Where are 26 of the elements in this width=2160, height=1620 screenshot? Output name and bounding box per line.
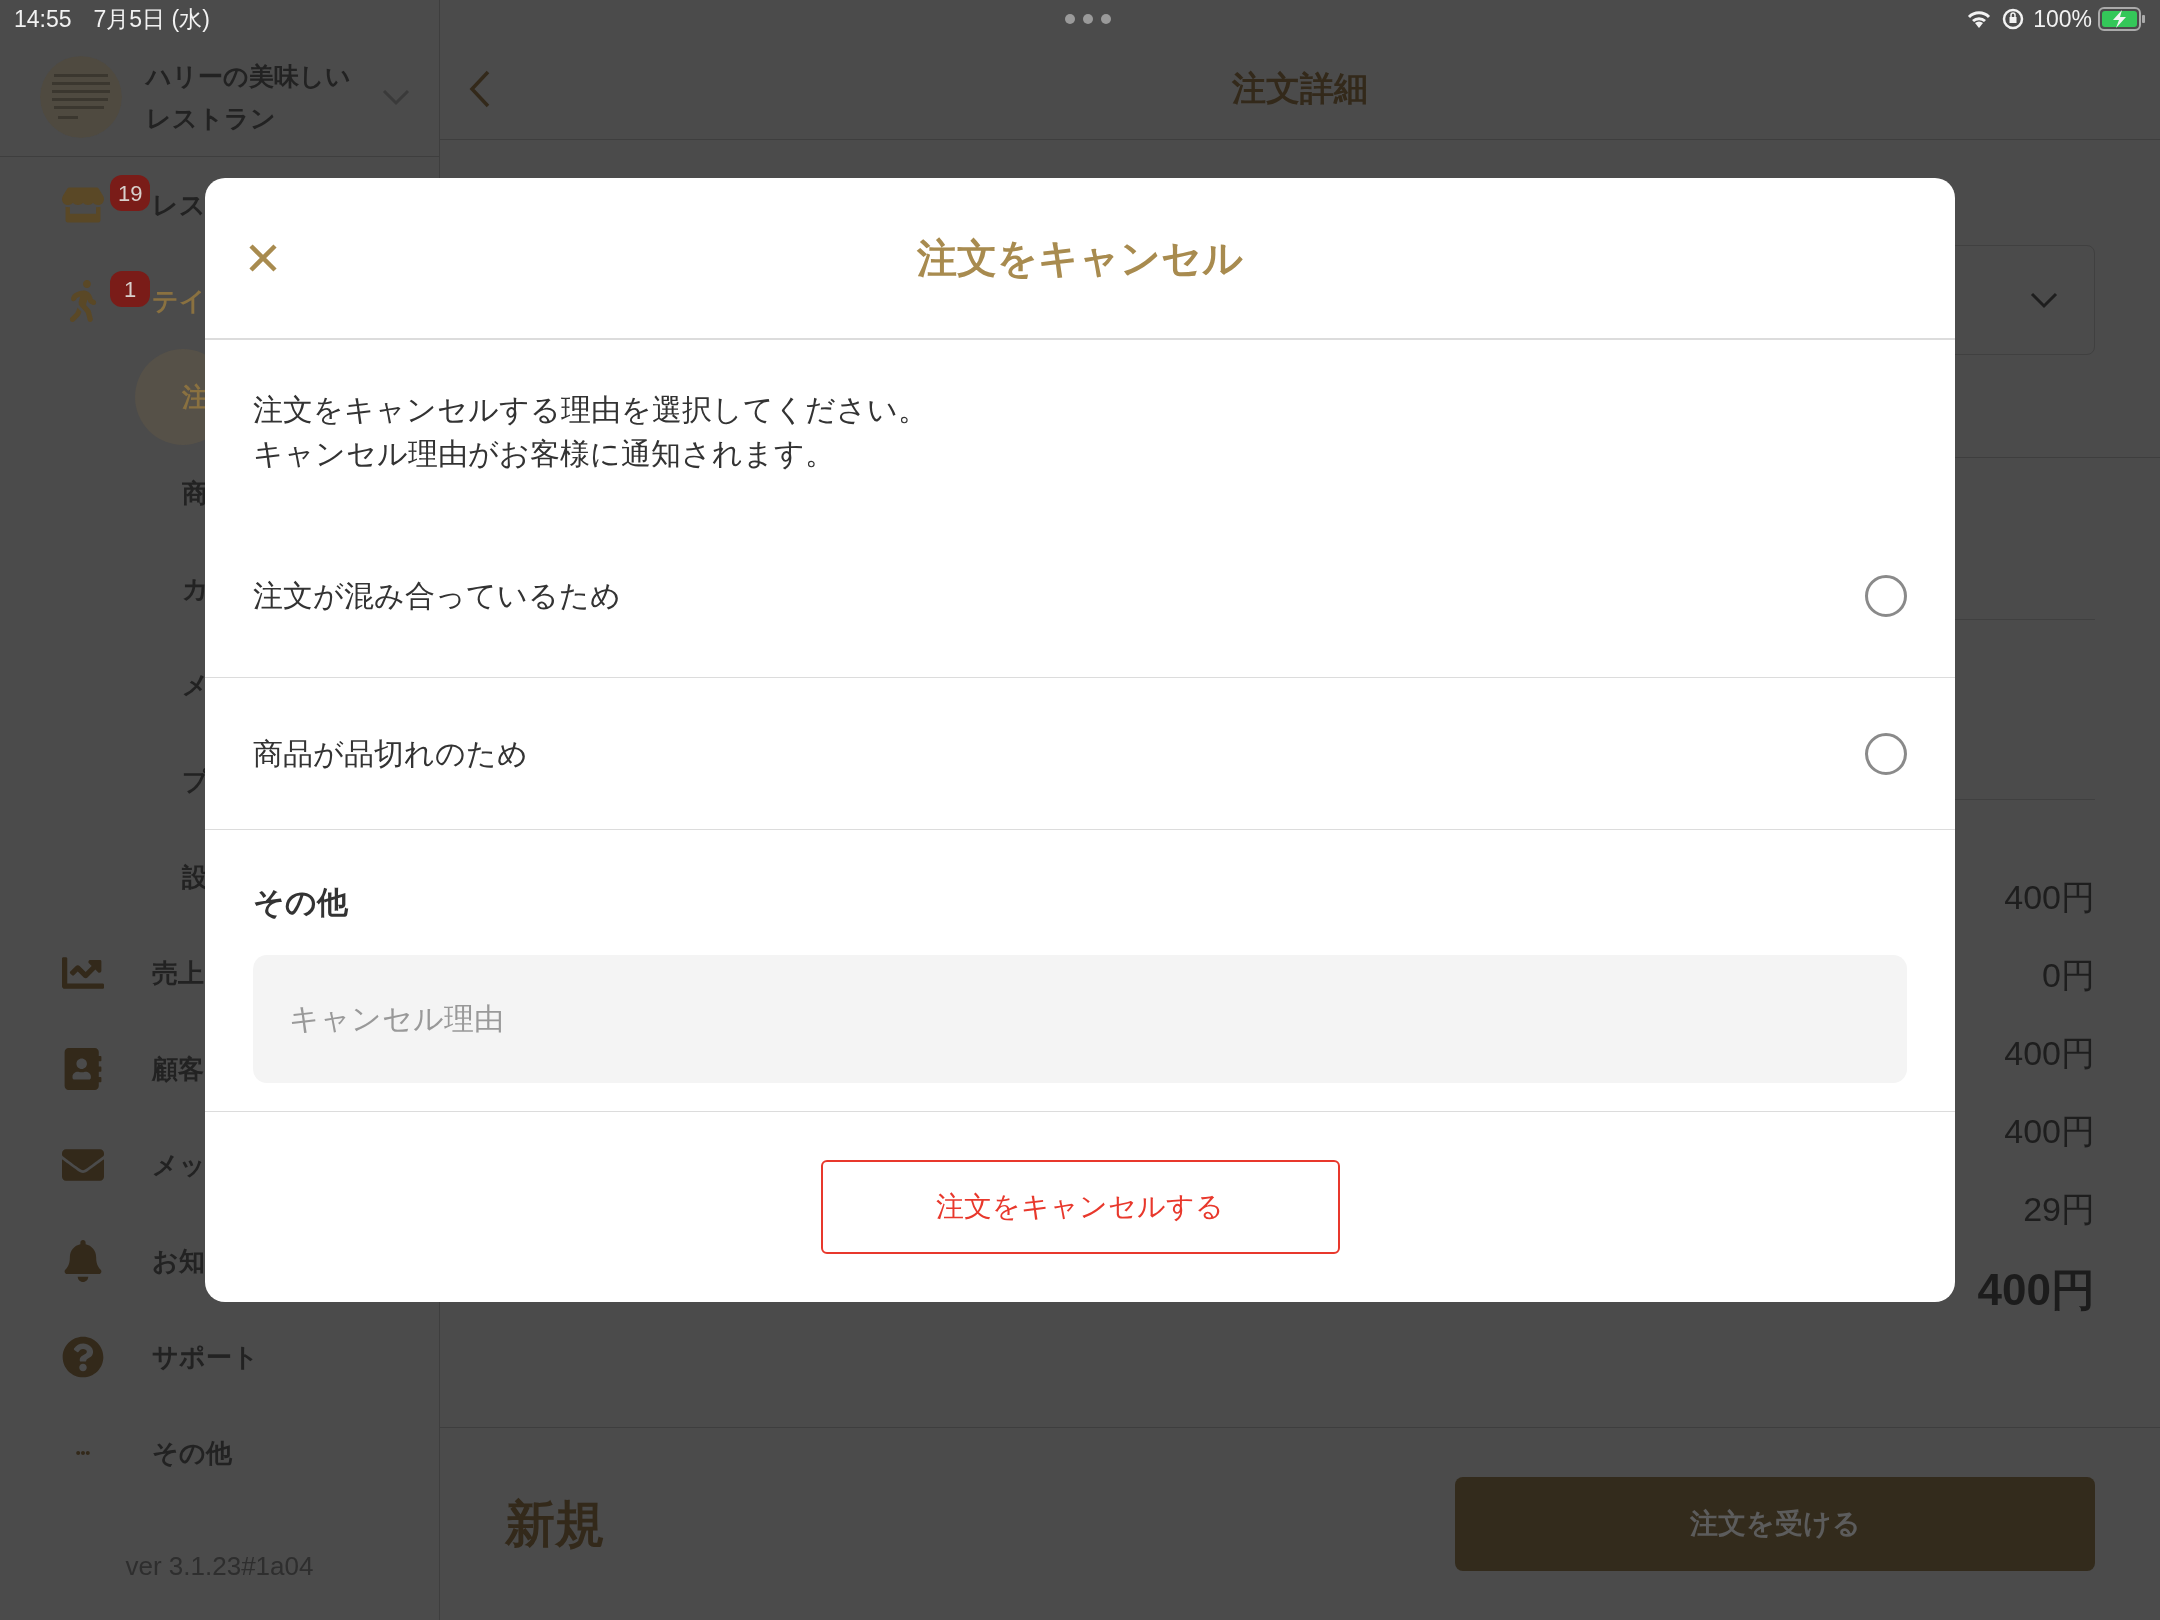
radio-button[interactable] [1865, 574, 1907, 617]
radio-button[interactable] [1865, 732, 1907, 775]
battery-charging-icon [2098, 7, 2146, 31]
cancel-reason-field[interactable]: キャンセル理由 [253, 954, 1907, 1083]
status-time: 14:55 [14, 4, 72, 34]
section-heading: その他 [253, 884, 349, 922]
battery-percentage: 100% [2033, 4, 2092, 34]
dialog-description: 注文をキャンセルする理由を選択してください。 [253, 392, 929, 428]
contact-book-icon [62, 1048, 104, 1090]
sidebar-item[interactable]: テイ [152, 281, 206, 321]
status-date: 7月5日 (水) [93, 4, 210, 34]
help-icon [62, 1336, 104, 1378]
count-badge: 1 [110, 271, 150, 307]
dialog-description: キャンセル理由がお客様に通知されます。 [253, 436, 836, 472]
bell-icon [62, 1240, 104, 1282]
dialog-title: 注文をキャンセル [917, 235, 1243, 282]
rotation-lock-icon [2001, 7, 2026, 31]
close-icon [248, 243, 278, 273]
chevron-down-icon [2029, 291, 2059, 309]
count-badge: 19 [110, 175, 151, 211]
reason-option[interactable]: 商品が品切れのため [205, 678, 1955, 830]
cancel-order-button[interactable]: 注文をキャンセルする [820, 1159, 1340, 1254]
multitasking-dots-icon [1064, 14, 1111, 24]
reason-option[interactable]: 注文が混み合っているため [205, 514, 1955, 678]
accept-order-button[interactable]: 注文を受ける [1455, 1477, 2095, 1571]
back-icon[interactable] [468, 68, 492, 109]
